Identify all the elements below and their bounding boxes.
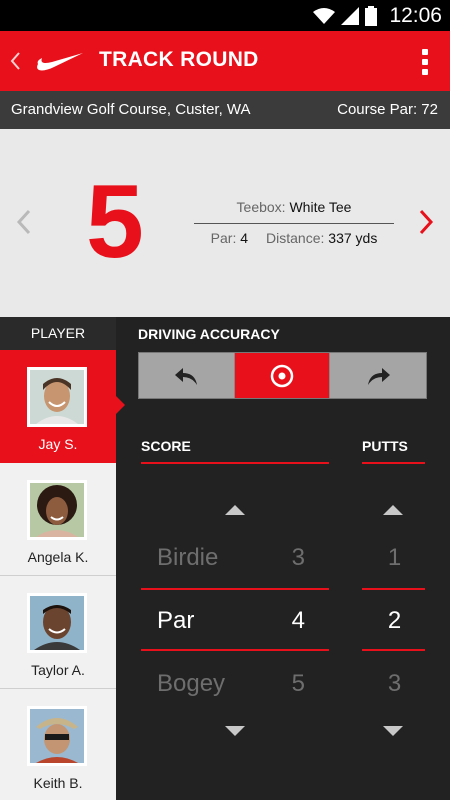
- back-icon[interactable]: [9, 49, 25, 73]
- putts-down-arrow-icon[interactable]: [383, 726, 403, 736]
- putts-label: PUTTS: [362, 438, 408, 454]
- hole-number: 5: [86, 164, 144, 280]
- player-item-angela[interactable]: Angela K.: [0, 463, 116, 576]
- avatar: [27, 593, 87, 653]
- score-up-arrow-icon[interactable]: [225, 505, 245, 515]
- player-name: Keith B.: [33, 775, 83, 791]
- avatar: [27, 706, 87, 766]
- app-bar: TRACK ROUND: [0, 31, 450, 91]
- status-time: 12:06: [389, 3, 442, 27]
- teebox-label: Teebox:: [236, 199, 286, 215]
- player-item-taylor[interactable]: Taylor A.: [0, 576, 116, 689]
- score-down-arrow-icon[interactable]: [225, 726, 245, 736]
- score-selection-top-rule: [141, 588, 329, 590]
- drive-left-button[interactable]: [139, 353, 235, 398]
- right-icon: [368, 367, 390, 385]
- player-name: Taylor A.: [31, 662, 85, 678]
- previous-hole-icon[interactable]: [14, 207, 34, 237]
- drive-target-button[interactable]: [235, 353, 330, 398]
- hole-divider: [194, 223, 394, 224]
- page-title: TRACK ROUND: [99, 48, 259, 71]
- player-name: Angela K.: [27, 549, 89, 565]
- driving-accuracy-label: DRIVING ACCURACY: [138, 326, 280, 342]
- next-hole-icon[interactable]: [416, 207, 436, 237]
- course-bar: Grandview Golf Course, Custer, WA Course…: [0, 91, 450, 129]
- course-par: Course Par: 72: [337, 101, 438, 118]
- avatar: [27, 367, 87, 427]
- putts-selection-top-rule: [362, 588, 425, 590]
- avatar: [27, 480, 87, 540]
- player-name: Jay S.: [38, 436, 78, 452]
- swoosh-logo-icon: [37, 53, 83, 71]
- player-list: PLAYER Jay S. Angela K. Taylor A. Keith …: [0, 317, 125, 800]
- status-icons: 12:06: [313, 3, 442, 28]
- player-item-keith[interactable]: Keith B.: [0, 689, 116, 800]
- course-name: Grandview Golf Course, Custer, WA: [11, 101, 251, 118]
- overflow-menu-icon[interactable]: [422, 49, 430, 75]
- scoring-panel: DRIVING ACCURACY SCORE PUTTS Birdie 3 Pa…: [116, 317, 450, 800]
- score-selection-bottom-rule: [141, 649, 329, 651]
- distance-label: Distance:: [266, 230, 325, 246]
- status-bar: 12:06: [0, 0, 450, 31]
- teebox-line: Teebox: White Tee: [194, 199, 394, 221]
- left-icon: [174, 367, 197, 385]
- par-distance-line: Par: 4 Distance: 337 yds: [194, 230, 394, 246]
- player-item-jay[interactable]: Jay S.: [0, 350, 125, 463]
- putts-label-rule: [362, 462, 425, 464]
- putts-up-arrow-icon[interactable]: [383, 505, 403, 515]
- score-label: SCORE: [141, 438, 191, 454]
- hole-par-value: 4: [240, 230, 249, 246]
- hole-panel: 5 Teebox: White Tee Par: 4 Distance: 337…: [0, 129, 450, 317]
- hole-info: Teebox: White Tee Par: 4 Distance: 337 y…: [194, 199, 394, 246]
- driving-accuracy-toggle: [138, 352, 427, 399]
- wifi-icon: [313, 7, 336, 24]
- putts-option[interactable]: 3: [362, 670, 427, 698]
- drive-right-button[interactable]: [330, 353, 426, 398]
- teebox-value: White Tee: [289, 199, 352, 215]
- player-header: PLAYER: [0, 317, 116, 350]
- hole-par-label: Par:: [210, 230, 237, 246]
- putts-selection-bottom-rule: [362, 649, 425, 651]
- distance-value: 337 yds: [328, 230, 378, 246]
- battery-icon: [365, 5, 378, 26]
- signal-icon: [341, 6, 360, 25]
- putts-option[interactable]: 1: [362, 544, 427, 572]
- target-icon: [270, 364, 294, 387]
- putts-option-selected[interactable]: 2: [362, 607, 427, 635]
- score-label-rule: [141, 462, 329, 464]
- active-player-pointer: [116, 396, 125, 414]
